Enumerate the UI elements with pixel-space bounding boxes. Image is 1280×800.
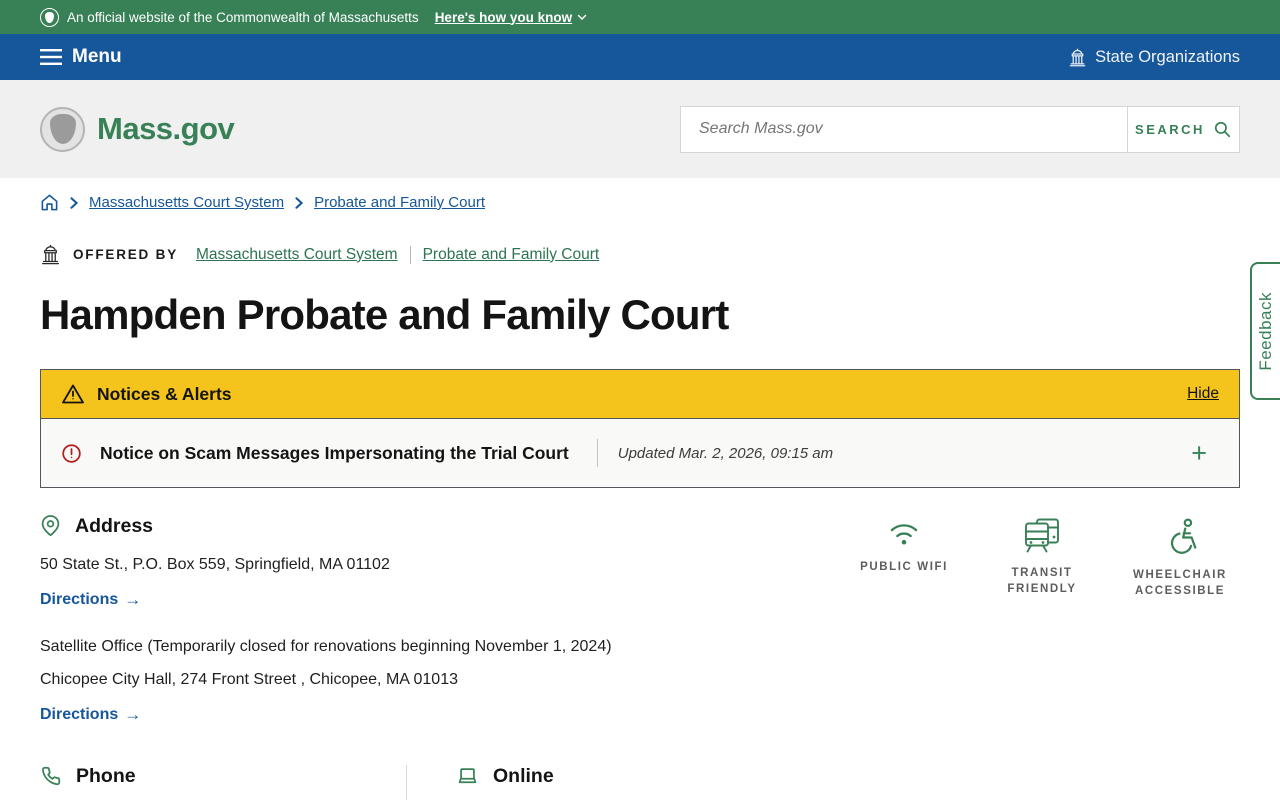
online-section: Online Email: [406, 764, 1240, 800]
chevron-right-icon [69, 196, 79, 209]
massgov-logo-text: Mass.gov [97, 111, 235, 146]
alert-updated-timestamp: Updated Mar. 2, 2026, 09:15 am [617, 444, 834, 462]
satellite-office-line: Satellite Office (Temporarily closed for… [40, 637, 612, 655]
official-banner-text: An official website of the Commonwealth … [67, 9, 419, 25]
offered-by-label: OFFERED BY [73, 247, 179, 262]
transit-icon [1025, 518, 1059, 553]
laptop-icon [458, 768, 477, 784]
massgov-seal-icon [40, 106, 85, 152]
breadcrumb: Massachusetts Court System Probate and F… [40, 193, 1240, 212]
breadcrumb-link-court-system[interactable]: Massachusetts Court System [89, 194, 284, 211]
state-organizations-link[interactable]: State Organizations [1068, 48, 1240, 67]
offered-by-link-probate-family[interactable]: Probate and Family Court [423, 246, 600, 264]
directions-label: Directions [40, 705, 119, 723]
capitol-icon [1069, 48, 1086, 66]
heres-how-you-know-toggle[interactable]: Here's how you know [435, 10, 589, 25]
alert-item[interactable]: Notice on Scam Messages Impersonating th… [41, 418, 1239, 487]
feedback-tab[interactable]: Feedback [1250, 262, 1280, 400]
offered-by-link-court-system[interactable]: Massachusetts Court System [196, 246, 398, 264]
divider [596, 439, 598, 467]
expand-alert-button[interactable]: + [1179, 439, 1219, 467]
main-nav: Menu State Organizations [0, 34, 1280, 80]
state-organizations-label: State Organizations [1095, 47, 1240, 66]
search-input[interactable] [681, 106, 1127, 152]
massgov-logo[interactable]: Mass.gov [40, 106, 235, 152]
heres-how-you-know-label: Here's how you know [434, 9, 573, 25]
location-info-row: Address 50 State St., P.O. Box 559, Spri… [40, 514, 1240, 735]
wheelchair-icon [1170, 518, 1197, 554]
contact-row: Phone Register’s Office (413) 748-7760 O… [40, 764, 1240, 800]
menu-label: Menu [72, 46, 122, 67]
alert-circle-icon [62, 443, 81, 463]
phone-heading: Phone [76, 764, 136, 787]
breadcrumb-link-probate-family[interactable]: Probate and Family Court [314, 194, 485, 211]
search-bar: SEARCH [680, 105, 1240, 153]
alert-title: Notice on Scam Messages Impersonating th… [100, 442, 569, 463]
official-banner: An official website of the Commonwealth … [0, 0, 1280, 34]
amenity-label: WHEELCHAIR ACCESSIBLE [1133, 569, 1227, 597]
state-seal-icon [40, 7, 59, 27]
phone-section: Phone Register’s Office (413) 748-7760 [40, 765, 406, 800]
amenities: PUBLIC WIFI TRANSIT FRIENDLY WHEELCHAIR … [844, 514, 1240, 735]
chevron-right-icon [294, 196, 304, 209]
divider [409, 245, 411, 264]
directions-link[interactable]: Directions → [40, 705, 141, 725]
capitol-icon [41, 244, 60, 265]
amenity-label: TRANSIT FRIENDLY [1007, 567, 1077, 595]
search-button[interactable]: SEARCH [1127, 106, 1239, 152]
amenity-label: PUBLIC WIFI [860, 561, 948, 573]
address-line: 50 State St., P.O. Box 559, Springfield,… [40, 556, 390, 573]
address-section: Address 50 State St., P.O. Box 559, Spri… [40, 514, 612, 735]
site-header: Mass.gov SEARCH [0, 80, 1280, 178]
feedback-label: Feedback [1256, 291, 1275, 371]
hide-alerts-link[interactable]: Hide [1187, 385, 1219, 403]
page-title: Hampden Probate and Family Court [40, 291, 729, 338]
warning-triangle-icon [62, 384, 84, 404]
notices-alerts-box: Notices & Alerts Hide Notice on Scam Mes… [40, 369, 1240, 488]
amenity-transit-friendly: TRANSIT FRIENDLY [982, 518, 1102, 735]
search-icon [1214, 121, 1231, 137]
amenity-wheelchair-accessible: WHEELCHAIR ACCESSIBLE [1120, 518, 1240, 735]
directions-link[interactable]: Directions → [40, 590, 141, 610]
hamburger-icon [40, 49, 62, 65]
directions-label: Directions [40, 590, 119, 608]
wifi-icon [890, 524, 918, 545]
offered-by: OFFERED BY Massachusetts Court System Pr… [40, 244, 1240, 265]
menu-button[interactable]: Menu [40, 46, 122, 68]
arrow-right-icon: → [124, 704, 142, 724]
location-pin-icon [41, 515, 60, 537]
chevron-down-icon [577, 14, 587, 21]
search-button-label: SEARCH [1135, 121, 1205, 137]
phone-icon [42, 767, 61, 786]
online-heading: Online [493, 764, 554, 787]
satellite-address-line: Chicopee City Hall, 274 Front Street , C… [40, 671, 458, 689]
home-icon[interactable] [40, 193, 59, 212]
amenity-public-wifi: PUBLIC WIFI [844, 518, 964, 735]
address-heading: Address [75, 514, 154, 537]
arrow-right-icon: → [124, 589, 142, 609]
notices-alerts-title: Notices & Alerts [97, 383, 232, 404]
notices-alerts-header: Notices & Alerts Hide [41, 370, 1239, 418]
